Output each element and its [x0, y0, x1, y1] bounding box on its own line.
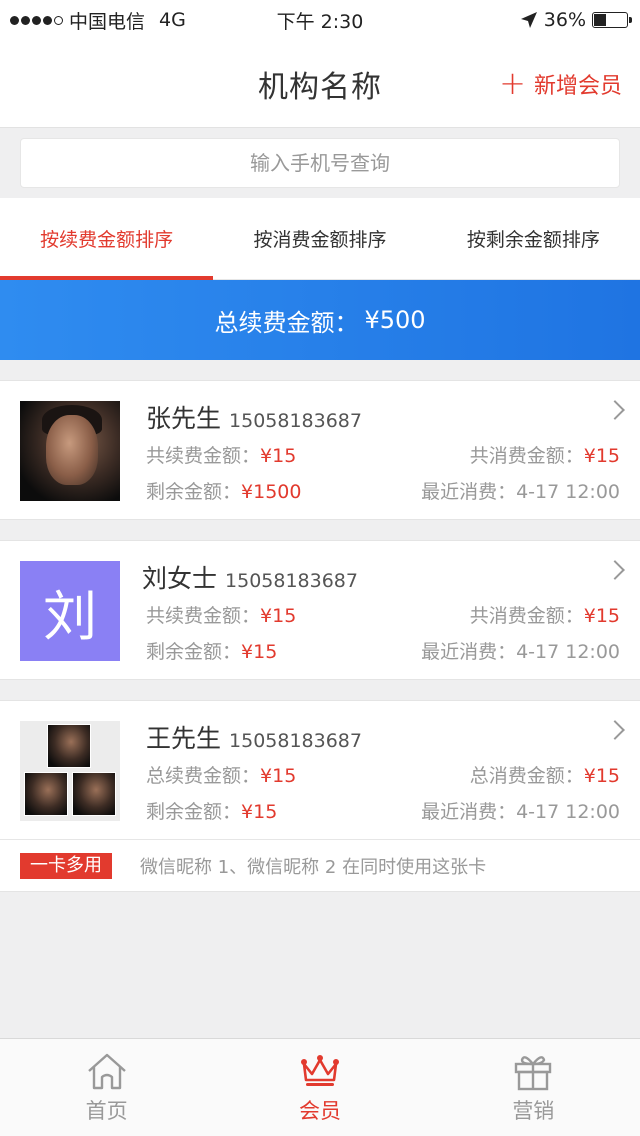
- add-member-button[interactable]: + 新增会员: [499, 40, 622, 128]
- spend-label: 总消费金额：: [469, 765, 584, 787]
- remain-label: 剩余金额：: [146, 481, 242, 503]
- member-phone: 15058183687: [229, 730, 362, 752]
- member-card-main[interactable]: 王先生 15058183687 总续费金额：¥15 总消费金额：¥15 剩余金额…: [0, 701, 640, 839]
- member-card[interactable]: 刘 刘女士 15058183687 共续费金额：¥15 共消费金额：¥15 剩余…: [0, 540, 640, 680]
- member-phone: 15058183687: [225, 570, 358, 592]
- status-bar: 中国电信 4G 下午 2:30 36%: [0, 0, 640, 40]
- renew-value: ¥15: [260, 445, 297, 467]
- tab-members-label: 会员: [298, 1098, 341, 1123]
- member-info: 王先生 15058183687 总续费金额：¥15 总消费金额：¥15 剩余金额…: [146, 721, 620, 839]
- status-left: 中国电信 4G: [10, 7, 186, 34]
- member-card[interactable]: 王先生 15058183687 总续费金额：¥15 总消费金额：¥15 剩余金额…: [0, 700, 640, 892]
- member-info: 张先生 15058183687 共续费金额：¥15 共消费金额：¥15 剩余金额…: [146, 401, 620, 519]
- avatar: [20, 401, 120, 501]
- sort-tabs: 按续费金额排序 按消费金额排序 按剩余金额排序: [0, 198, 640, 280]
- home-icon: [85, 1051, 129, 1091]
- tab-home-label: 首页: [85, 1098, 128, 1123]
- spend-label: 共消费金额：: [469, 445, 584, 467]
- member-card-main[interactable]: 刘 刘女士 15058183687 共续费金额：¥15 共消费金额：¥15 剩余…: [0, 541, 640, 679]
- tab-members[interactable]: 会员: [213, 1039, 426, 1136]
- renew-value: ¥15: [260, 765, 297, 787]
- group-avatar: [20, 721, 120, 821]
- remain-value: ¥15: [241, 641, 278, 663]
- member-list: 张先生 15058183687 共续费金额：¥15 共消费金额：¥15 剩余金额…: [0, 360, 640, 892]
- location-arrow-icon: [520, 12, 537, 28]
- member-card-main[interactable]: 张先生 15058183687 共续费金额：¥15 共消费金额：¥15 剩余金额…: [0, 381, 640, 519]
- status-right: 36%: [520, 9, 632, 31]
- remain-value: ¥1500: [241, 481, 302, 503]
- member-name: 王先生: [146, 724, 222, 753]
- remain-label: 剩余金额：: [146, 641, 242, 663]
- carrier-label: 中国电信: [69, 10, 146, 33]
- plus-icon: +: [499, 64, 526, 102]
- avatar: 刘: [20, 561, 120, 661]
- recent-label: 最近消费：: [421, 481, 517, 503]
- spend-label: 共消费金额：: [469, 605, 584, 627]
- tab-sort-renewal[interactable]: 按续费金额排序: [0, 198, 214, 280]
- nav-bar: 机构名称 + 新增会员: [0, 40, 640, 128]
- recent-value: 4-17 12:00: [516, 801, 620, 823]
- tab-marketing-label: 营销: [512, 1098, 555, 1123]
- recent-label: 最近消费：: [421, 801, 517, 823]
- member-card[interactable]: 张先生 15058183687 共续费金额：¥15 共消费金额：¥15 剩余金额…: [0, 380, 640, 520]
- tab-marketing[interactable]: 营销: [427, 1039, 640, 1136]
- member-name: 刘女士: [142, 564, 218, 593]
- tab-home[interactable]: 首页: [0, 1039, 213, 1136]
- member-info: 刘女士 15058183687 共续费金额：¥15 共消费金额：¥15 剩余金额…: [142, 561, 620, 679]
- spend-value: ¥15: [583, 605, 620, 627]
- multi-use-badge: 一卡多用: [20, 852, 112, 879]
- gift-icon: [511, 1051, 555, 1091]
- page-title: 机构名称: [258, 69, 382, 105]
- phone-search-input[interactable]: [20, 138, 620, 188]
- crown-icon: [298, 1051, 342, 1091]
- member-phone: 15058183687: [229, 410, 362, 432]
- battery-percent: 36%: [543, 9, 586, 31]
- battery-icon: [592, 12, 632, 28]
- member-name: 张先生: [146, 404, 222, 433]
- signal-icon: [10, 15, 63, 25]
- spend-value: ¥15: [583, 765, 620, 787]
- tab-sort-remaining[interactable]: 按剩余金额排序: [427, 198, 640, 279]
- renew-value: ¥15: [260, 605, 297, 627]
- search-bar: [0, 128, 640, 198]
- remain-value: ¥15: [241, 801, 278, 823]
- remain-label: 剩余金额：: [146, 801, 242, 823]
- network-label: 4G: [159, 9, 186, 31]
- recent-label: 最近消费：: [421, 641, 517, 663]
- shared-card-row: 一卡多用 微信昵称 1、微信昵称 2 在同时使用这张卡: [0, 839, 640, 891]
- renew-label: 总续费金额：: [146, 765, 261, 787]
- tab-sort-spending[interactable]: 按消费金额排序: [213, 198, 426, 279]
- total-renewal-banner: 总续费金额： ¥500: [0, 280, 640, 360]
- total-label: 总续费金额：: [214, 308, 359, 337]
- renew-label: 共续费金额：: [146, 605, 261, 627]
- spend-value: ¥15: [583, 445, 620, 467]
- add-member-label: 新增会员: [533, 74, 622, 99]
- bottom-tab-bar: 首页 会员 营销: [0, 1038, 640, 1136]
- recent-value: 4-17 12:00: [516, 481, 620, 503]
- renew-label: 共续费金额：: [146, 445, 261, 467]
- total-value: ¥500: [364, 306, 426, 334]
- shared-note: 微信昵称 1、微信昵称 2 在同时使用这张卡: [140, 856, 487, 878]
- recent-value: 4-17 12:00: [516, 641, 620, 663]
